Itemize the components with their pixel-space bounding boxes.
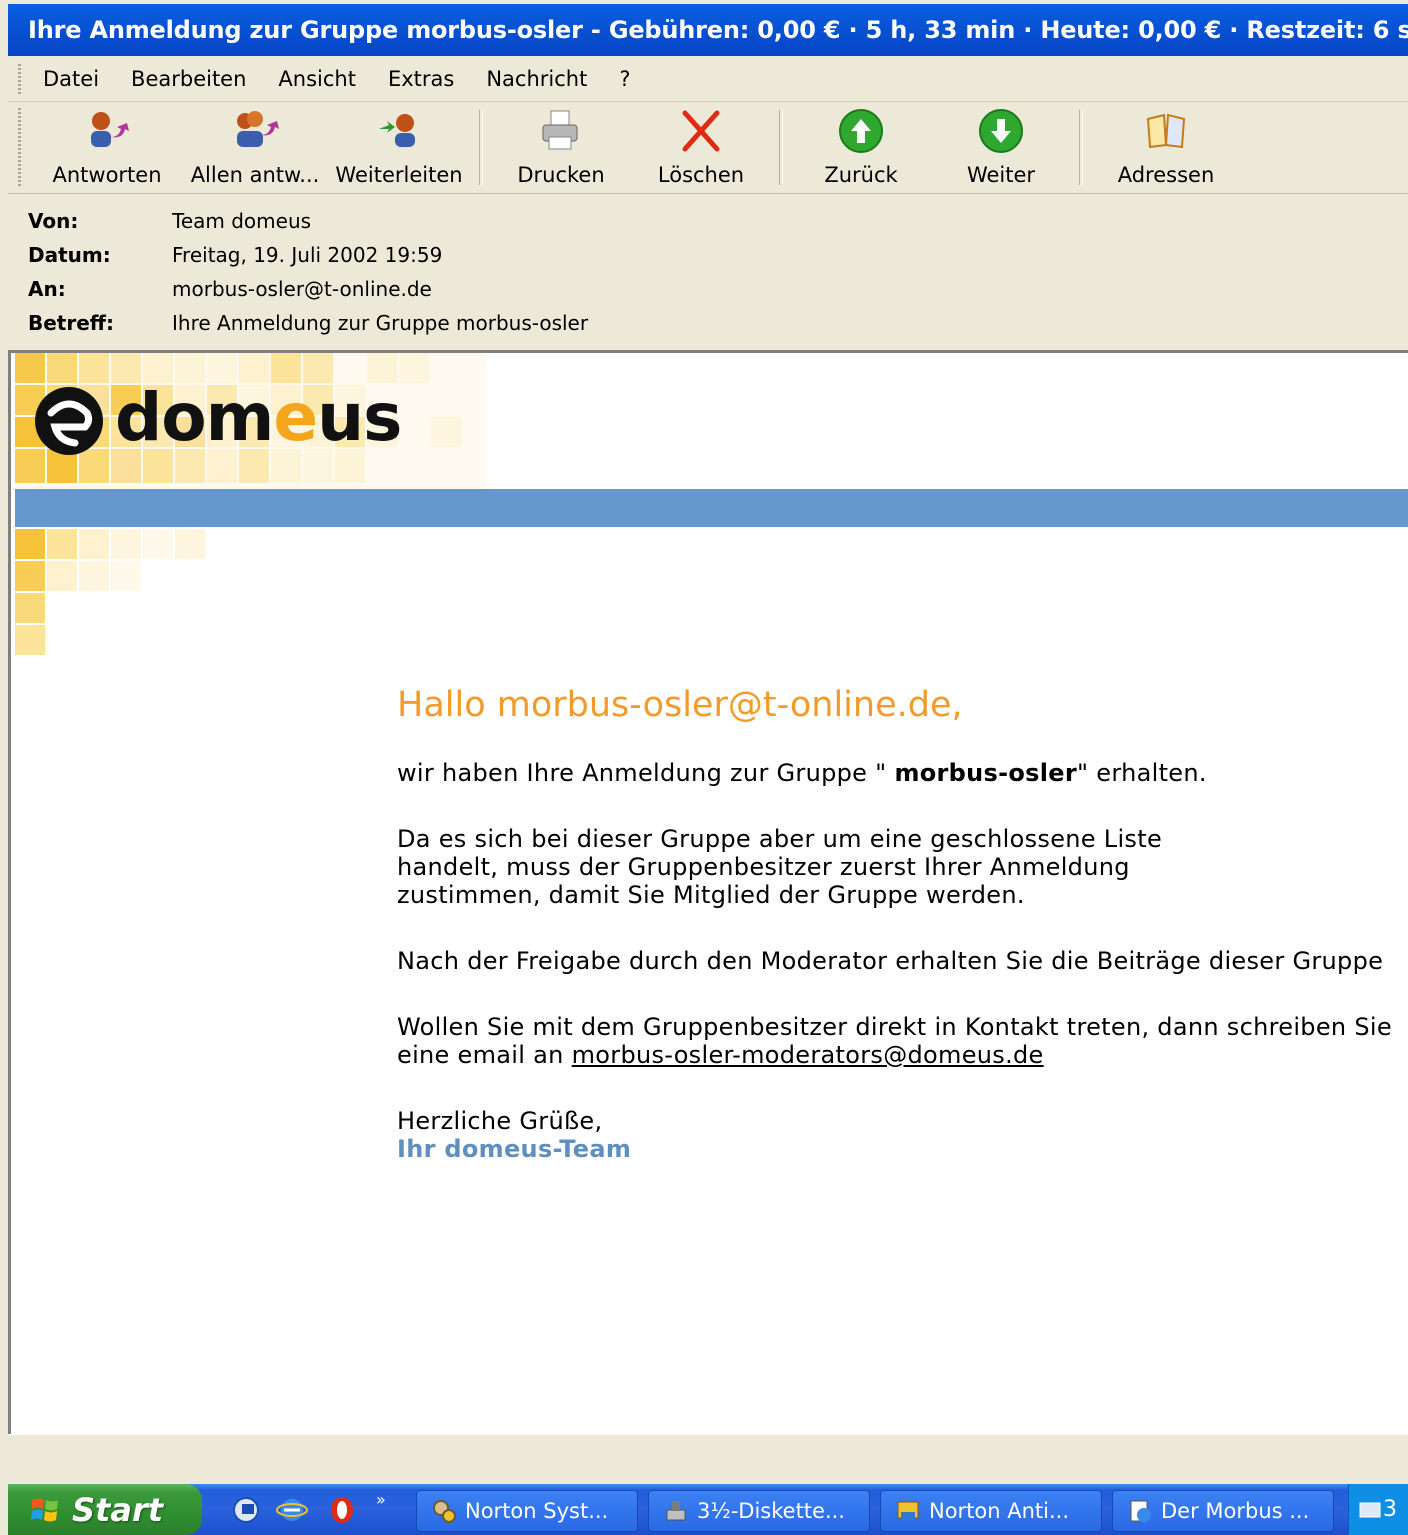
p2-line1: Da es sich bei dieser Gruppe aber um ein… — [397, 825, 1163, 853]
floppy-drive-icon — [666, 1501, 686, 1521]
print-button[interactable]: Drucken — [491, 102, 631, 193]
p1-before: wir haben Ihre Anmeldung zur Gruppe " — [397, 759, 895, 787]
signature-block: Herzliche Grüße, Ihr domeus-Team — [397, 1107, 1408, 1163]
norton-antivirus-icon — [897, 1501, 919, 1520]
menu-ansicht[interactable]: Ansicht — [278, 67, 356, 91]
message-body[interactable]: domeus Hallo morbus-osler@t-online.de, w… — [8, 350, 1408, 1434]
from-label: Von: — [28, 209, 79, 233]
header-to-row: An: morbus-osler@t-online.de — [8, 272, 1408, 306]
arrow-down-icon — [979, 109, 1023, 153]
reply-all-icon — [237, 111, 279, 147]
group-name: morbus-osler — [894, 759, 1078, 787]
reply-icon — [91, 112, 129, 147]
logo-accent: e — [273, 379, 318, 456]
menu-bar: Datei Bearbeiten Ansicht Extras Nachrich… — [8, 56, 1408, 102]
task-label: Der Morbus ... — [1161, 1499, 1310, 1523]
toolbar-grip[interactable] — [18, 108, 21, 188]
greeting: Hallo morbus-osler@t-online.de, — [397, 685, 963, 725]
signature: Ihr domeus-Team — [397, 1135, 632, 1163]
next-button[interactable]: Weiter — [931, 102, 1071, 193]
back-button[interactable]: Zurück — [791, 102, 931, 193]
paragraph-contact: Wollen Sie mit dem Gruppenbesitzer direk… — [397, 1013, 1408, 1069]
task-floppy[interactable]: 3½-Diskette... — [648, 1490, 870, 1532]
date-value: Freitag, 19. Juli 2002 19:59 — [172, 243, 443, 267]
tray-icon[interactable] — [1357, 1497, 1383, 1523]
forward-button[interactable]: Weiterleiten — [327, 102, 471, 193]
paragraph-registration: wir haben Ihre Anmeldung zur Gruppe " mo… — [397, 759, 1408, 787]
p4-line1: Wollen Sie mit dem Gruppenbesitzer direk… — [397, 1013, 1392, 1041]
corner-squares — [15, 529, 205, 655]
header-subject-row: Betreff: Ihre Anmeldung zur Gruppe morbu… — [8, 306, 1408, 340]
moderators-email-link[interactable]: morbus-osler-moderators@domeus.de — [572, 1041, 1044, 1069]
message-content: Hallo morbus-osler@t-online.de, wir habe… — [397, 685, 1408, 1201]
windows-logo-icon — [31, 1498, 58, 1521]
paragraph-moderator: Nach der Freigabe durch den Moderator er… — [397, 947, 1384, 975]
task-label: 3½-Diskette... — [697, 1499, 845, 1523]
menu-datei[interactable]: Datei — [43, 67, 99, 91]
task-label: Norton Syst... — [465, 1499, 609, 1523]
start-label: Start — [72, 1490, 164, 1529]
address-book-icon — [1146, 113, 1186, 149]
addresses-button[interactable]: Adressen — [1091, 102, 1241, 193]
menu-grip[interactable] — [18, 63, 21, 94]
task-norton-system[interactable]: Norton Syst... — [416, 1490, 638, 1532]
reply-all-button[interactable]: Allen antw... — [183, 102, 327, 193]
tray-text: 3 — [1383, 1497, 1397, 1522]
arrow-up-icon — [839, 109, 883, 153]
blue-banner-bar — [15, 489, 1408, 527]
system-tray: 3 — [1348, 1484, 1408, 1535]
from-value[interactable]: Team domeus — [172, 209, 311, 233]
to-value[interactable]: morbus-osler@t-online.de — [172, 277, 432, 301]
toolbar: Antworten Allen antw... Weiterleiten Dru… — [8, 102, 1408, 194]
task-norton-antivirus[interactable]: Norton Anti... — [880, 1490, 1102, 1532]
domeus-logo-banner: domeus — [15, 353, 485, 489]
menu-nachricht[interactable]: Nachricht — [486, 67, 587, 91]
closing: Herzliche Grüße, — [397, 1107, 603, 1135]
subject-label: Betreff: — [28, 311, 114, 335]
delete-x-icon — [682, 110, 720, 152]
task-der-morbus[interactable]: Der Morbus ... — [1112, 1490, 1334, 1532]
subject-value: Ihre Anmeldung zur Gruppe morbus-osler — [172, 311, 589, 335]
toolbar-separator — [779, 110, 783, 185]
toolbar-separator — [1079, 110, 1083, 185]
corner-squares-decoration — [15, 529, 215, 659]
to-label: An: — [28, 277, 66, 301]
toolbar-separator — [479, 110, 483, 185]
p2-line3: zustimmen, damit Sie Mitglied der Gruppe… — [397, 881, 1025, 909]
ie-document-icon — [1130, 1500, 1151, 1522]
logo-suffix: us — [317, 379, 402, 456]
message-headers: Von: Team domeus Datum: Freitag, 19. Jul… — [8, 194, 1408, 350]
header-from-row: Von: Team domeus — [8, 204, 1408, 238]
delete-button[interactable]: Löschen — [631, 102, 771, 193]
menu-bearbeiten[interactable]: Bearbeiten — [131, 67, 246, 91]
taskbar: Start » Norton Syst... 3½-Diskette... No… — [8, 1484, 1408, 1535]
reply-button[interactable]: Antworten — [31, 102, 183, 193]
forward-icon — [379, 114, 415, 147]
menu-help[interactable]: ? — [619, 67, 630, 91]
quicklaunch-chevron[interactable]: » — [376, 1490, 386, 1509]
start-button[interactable]: Start — [8, 1484, 202, 1535]
p1-after: " erhalten. — [1077, 759, 1207, 787]
task-label: Norton Anti... — [929, 1499, 1070, 1523]
logo-prefix: dom — [115, 379, 274, 456]
paragraph-closed-list: Da es sich bei dieser Gruppe aber um ein… — [397, 825, 1408, 909]
gears-icon — [433, 1500, 456, 1523]
window-title: Ihre Anmeldung zur Gruppe morbus-osler -… — [28, 16, 1408, 44]
status-bar — [8, 1434, 1408, 1485]
opera-icon[interactable] — [326, 1494, 358, 1526]
date-label: Datum: — [28, 243, 111, 267]
title-bar: Ihre Anmeldung zur Gruppe morbus-osler -… — [8, 4, 1408, 56]
menu-extras[interactable]: Extras — [388, 67, 454, 91]
internet-explorer-icon[interactable] — [276, 1494, 308, 1526]
domeus-logo-text: domeus — [115, 379, 402, 456]
p2-line2: handelt, muss der Gruppenbesitzer zuerst… — [397, 853, 1130, 881]
printer-icon — [542, 110, 578, 150]
p4-line2-prefix: eine email an — [397, 1041, 572, 1069]
outlook-express-icon[interactable] — [230, 1494, 262, 1526]
header-date-row: Datum: Freitag, 19. Juli 2002 19:59 — [8, 238, 1408, 272]
